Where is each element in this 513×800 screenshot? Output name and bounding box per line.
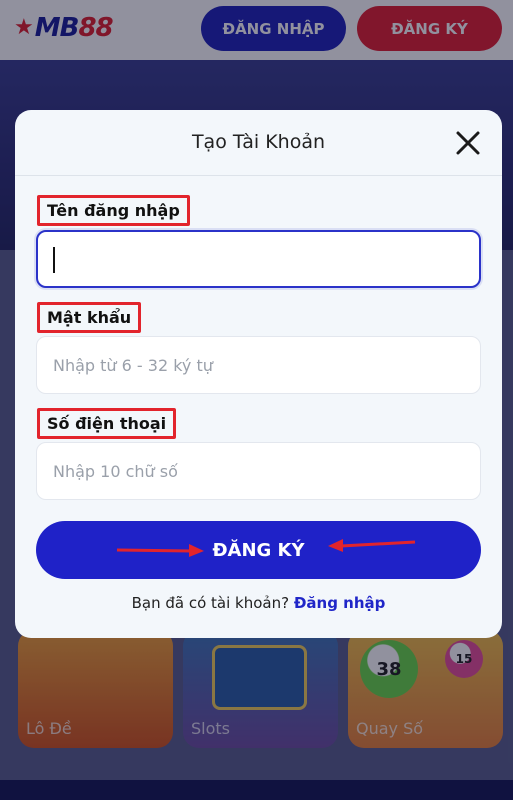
modal-title: Tạo Tài Khoản [191, 131, 326, 153]
phone-input[interactable] [36, 442, 481, 500]
password-input[interactable] [36, 336, 481, 394]
login-link[interactable]: Đăng nhập [294, 594, 386, 612]
username-input[interactable] [36, 230, 481, 288]
text-caret [53, 247, 55, 273]
login-prompt-text: Bạn đã có tài khoản? [131, 594, 294, 612]
password-label: Mật khẩu [37, 302, 142, 333]
username-label: Tên đăng nhập [37, 195, 190, 226]
login-prompt: Bạn đã có tài khoản? Đăng nhập [15, 594, 502, 612]
register-modal: Tạo Tài Khoản Tên đăng nhập Mật khẩu Số … [15, 110, 502, 638]
red-arrow-right-icon [116, 544, 204, 557]
modal-header: Tạo Tài Khoản [15, 110, 502, 176]
red-arrow-left-icon [328, 539, 416, 552]
phone-label: Số điện thoại [37, 408, 177, 439]
close-icon[interactable] [455, 130, 481, 156]
